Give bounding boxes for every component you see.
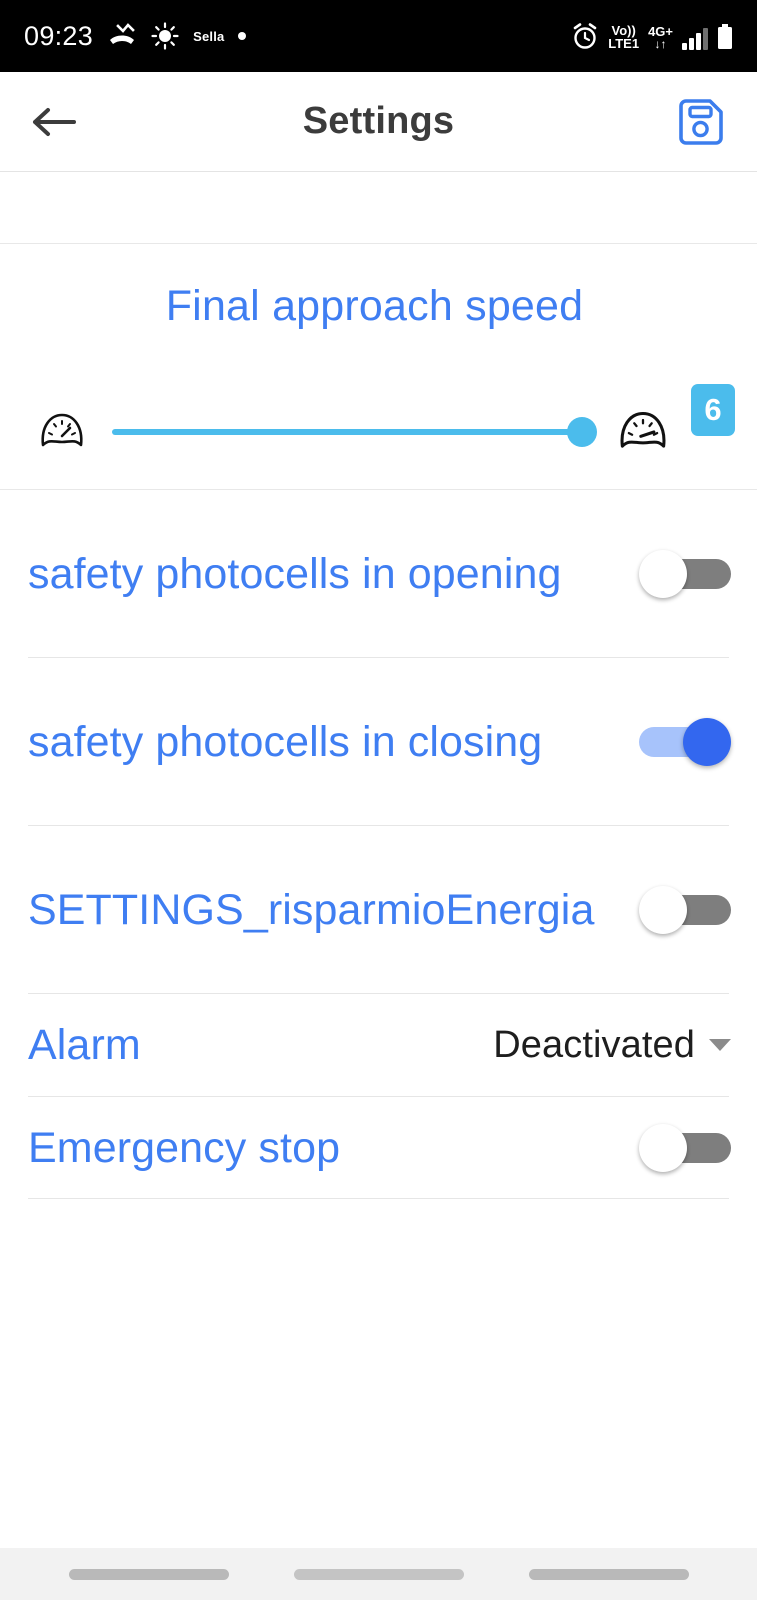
nav-back-button[interactable] [528,1568,689,1580]
row-label: Emergency stop [28,1123,341,1172]
row-emergency-stop[interactable]: Emergency stop [0,1097,757,1200]
settings-list[interactable]: Pause time Final approach speed [0,172,757,1548]
status-bar-right: Vo)) LTE1 4G+ ↓↑ [571,22,733,50]
save-floppy-icon [679,98,723,145]
row-label: SETTINGS_risparmioEnergia [28,885,595,934]
data-arrows-icon: ↓↑ [654,36,667,51]
row-label: safety photocells in opening [28,549,562,598]
final-approach-speed-section: Final approach speed 6 [0,244,757,490]
alarm-dropdown[interactable]: Deactivated [493,1024,731,1067]
speed-value-badge: 6 [691,384,735,436]
speedometer-fast-icon [617,409,669,455]
system-navigation-bar [0,1548,757,1600]
clipped-previous-row[interactable]: Pause time [0,172,757,244]
toggle-safety-photocells-closing[interactable] [639,718,731,766]
toggle-energy-saving[interactable] [639,886,731,934]
alarm-clock-icon [571,22,599,50]
toggle-thumb [639,1124,687,1173]
final-approach-speed-slider-row: 6 [0,384,757,455]
nav-recents-button[interactable] [68,1568,229,1580]
network-indicator: 4G+ ↓↑ [648,23,673,51]
toggle-emergency-stop[interactable] [639,1124,731,1173]
volte-bottom-label: LTE1 [608,35,640,51]
settings-rows: safety photocells in opening safety phot… [0,490,757,1200]
page-title: Settings [302,100,455,142]
nav-home-button[interactable] [293,1568,464,1580]
alarm-dropdown-value: Deactivated [493,1023,695,1066]
row-energy-saving[interactable]: SETTINGS_risparmioEnergia [0,826,757,994]
dot-indicator-icon [238,32,247,40]
status-bar: 09:23 Sella Vo)) LTE1 4G+ ↓↑ [0,0,757,72]
speedometer-slow-icon [36,411,88,453]
row-alarm[interactable]: Alarm Deactivated [0,994,757,1097]
toggle-thumb [639,886,687,934]
toggle-safety-photocells-opening[interactable] [639,550,731,598]
back-button[interactable] [26,94,82,150]
status-bar-clock: 09:23 [24,20,94,51]
volte-top-label: Vo)) [611,22,636,38]
network-type-label: 4G+ [648,23,673,39]
row-safety-photocells-opening[interactable]: safety photocells in opening [0,490,757,658]
row-label: safety photocells in closing [28,717,543,766]
row-divider [28,1198,729,1200]
status-bar-left: 09:23 Sella [24,20,247,52]
slider-track [112,429,593,435]
phone-screen: 09:23 Sella Vo)) LTE1 4G+ ↓↑ Settings Fi… [0,0,757,1600]
app-bar: Settings [0,72,757,172]
row-safety-photocells-closing[interactable]: safety photocells in closing [0,658,757,826]
signal-bars-icon [682,28,708,50]
slider-thumb[interactable] [567,417,597,447]
toggle-thumb [683,718,731,766]
toggle-thumb [639,550,687,598]
battery-icon [717,24,733,50]
speed-slider[interactable] [112,412,597,452]
final-approach-speed-label: Final approach speed [165,282,584,330]
row-label: Alarm [28,1021,141,1069]
status-bar-carrier: Sella [193,28,225,44]
save-button[interactable] [671,92,731,152]
missed-call-icon [107,23,137,49]
brightness-icon [151,22,179,50]
chevron-down-icon [709,1039,731,1052]
volte-indicator: Vo)) LTE1 [608,22,640,51]
